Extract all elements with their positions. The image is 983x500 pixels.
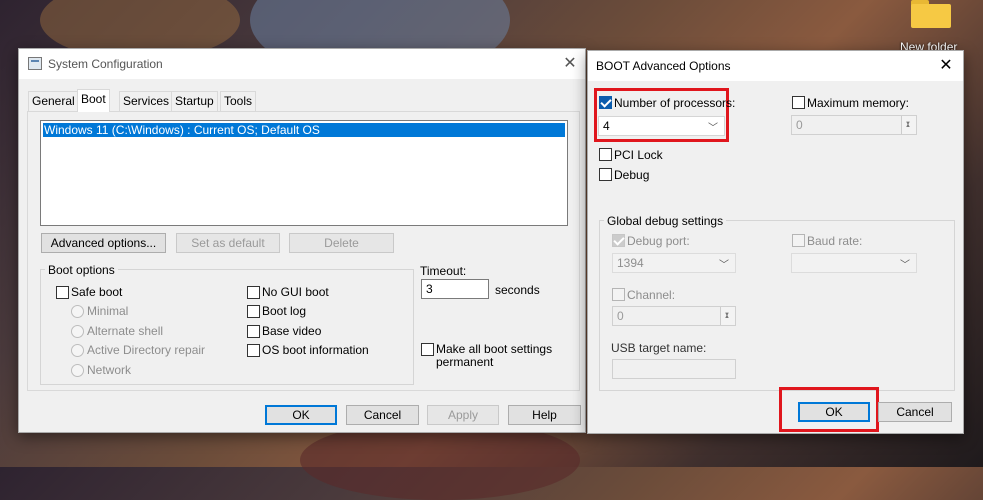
number-of-processors-label: Number of processors: <box>614 96 736 110</box>
help-button[interactable]: Help <box>508 405 581 425</box>
chevron-down-icon: ﹀ <box>900 260 910 271</box>
window-title: BOOT Advanced Options <box>596 59 731 73</box>
debug-port-label: Debug port: <box>627 234 690 248</box>
debug-port-select[interactable]: 1394 ﹀ <box>612 253 736 273</box>
system-configuration-window: System Configuration ✕ General Boot Serv… <box>18 48 586 433</box>
timeout-input[interactable]: 3 <box>421 279 489 299</box>
set-as-default-button[interactable]: Set as default <box>176 233 280 253</box>
title-bar: System Configuration ✕ <box>19 49 585 79</box>
os-list-item[interactable]: Windows 11 (C:\Windows) : Current OS; De… <box>43 123 565 137</box>
baud-rate-select[interactable]: ﹀ <box>791 253 917 273</box>
number-of-processors-checkbox[interactable] <box>599 96 612 109</box>
channel-value: 0 <box>617 309 624 323</box>
maximum-memory-input[interactable]: 0 ▲ ▼ <box>791 115 917 135</box>
channel-spinner[interactable]: ▲ ▼ <box>720 307 735 325</box>
close-icon[interactable]: ✕ <box>937 57 955 75</box>
os-list[interactable]: Windows 11 (C:\Windows) : Current OS; De… <box>40 120 568 226</box>
alternate-shell-label: Alternate shell <box>87 324 164 338</box>
close-icon[interactable]: ✕ <box>561 55 579 73</box>
channel-checkbox[interactable] <box>612 288 625 301</box>
maximum-memory-value: 0 <box>796 118 803 132</box>
channel-input[interactable]: 0 ▲ ▼ <box>612 306 736 326</box>
make-permanent-label-1: Make all boot settings <box>436 342 553 356</box>
global-debug-label: Global debug settings <box>604 214 727 228</box>
tab-general[interactable]: General <box>28 91 79 111</box>
chevron-down-icon: ﹀ <box>719 260 729 271</box>
network-label: Network <box>87 363 132 377</box>
memory-spinner[interactable]: ▲ ▼ <box>901 116 916 134</box>
ok-button[interactable]: OK <box>798 402 870 422</box>
tab-services[interactable]: Services <box>119 91 174 111</box>
boot-advanced-options-window: BOOT Advanced Options ✕ Number of proces… <box>587 50 964 434</box>
tab-startup[interactable]: Startup <box>171 91 218 111</box>
msconfig-app-icon <box>28 57 42 70</box>
advanced-options-button[interactable]: Advanced options... <box>41 233 166 253</box>
safe-boot-checkbox[interactable] <box>56 286 69 299</box>
debug-port-value: 1394 <box>617 256 644 270</box>
boot-options-label: Boot options <box>45 263 118 277</box>
base-video-checkbox[interactable] <box>247 325 260 338</box>
os-boot-info-checkbox[interactable] <box>247 344 260 357</box>
debug-checkbox[interactable] <box>599 168 612 181</box>
tab-tools[interactable]: Tools <box>220 91 257 111</box>
safe-boot-label: Safe boot <box>71 285 123 299</box>
chevron-down-icon: ﹀ <box>708 123 718 134</box>
title-bar: BOOT Advanced Options ✕ <box>588 51 963 81</box>
base-video-label: Base video <box>262 324 322 338</box>
usb-target-label: USB target name: <box>611 341 707 355</box>
alternate-shell-radio[interactable] <box>71 325 84 338</box>
ad-repair-radio[interactable] <box>71 344 84 357</box>
processors-value: 4 <box>603 119 610 133</box>
os-boot-info-label: OS boot information <box>262 343 369 357</box>
window-title: System Configuration <box>48 57 163 71</box>
cancel-button[interactable]: Cancel <box>346 405 419 425</box>
minimal-label: Minimal <box>87 304 129 318</box>
baud-rate-checkbox[interactable] <box>792 234 805 247</box>
pci-lock-label: PCI Lock <box>614 148 663 162</box>
maximum-memory-label: Maximum memory: <box>807 96 910 110</box>
tab-boot[interactable]: Boot <box>77 89 110 112</box>
make-permanent-label-2: permanent <box>436 355 494 369</box>
debug-label: Debug <box>614 168 650 182</box>
boot-log-checkbox[interactable] <box>247 305 260 318</box>
processors-select[interactable]: 4 ﹀ <box>598 116 725 136</box>
channel-label: Channel: <box>627 288 676 302</box>
new-folder-icon[interactable] <box>911 0 951 28</box>
baud-rate-label: Baud rate: <box>807 234 863 248</box>
maximum-memory-checkbox[interactable] <box>792 96 805 109</box>
timeout-label: Timeout: <box>420 264 467 278</box>
boot-log-label: Boot log <box>262 304 307 318</box>
timeout-unit: seconds <box>495 283 540 297</box>
make-permanent-checkbox[interactable] <box>421 343 434 356</box>
apply-button[interactable]: Apply <box>427 405 499 425</box>
debug-port-checkbox[interactable] <box>612 234 625 247</box>
no-gui-boot-label: No GUI boot <box>262 285 329 299</box>
usb-target-input[interactable] <box>612 359 736 379</box>
pci-lock-checkbox[interactable] <box>599 148 612 161</box>
ad-repair-label: Active Directory repair <box>87 343 206 357</box>
minimal-radio[interactable] <box>71 305 84 318</box>
network-radio[interactable] <box>71 364 84 377</box>
no-gui-boot-checkbox[interactable] <box>247 286 260 299</box>
delete-button[interactable]: Delete <box>289 233 394 253</box>
cancel-button[interactable]: Cancel <box>878 402 952 422</box>
ok-button[interactable]: OK <box>265 405 337 425</box>
